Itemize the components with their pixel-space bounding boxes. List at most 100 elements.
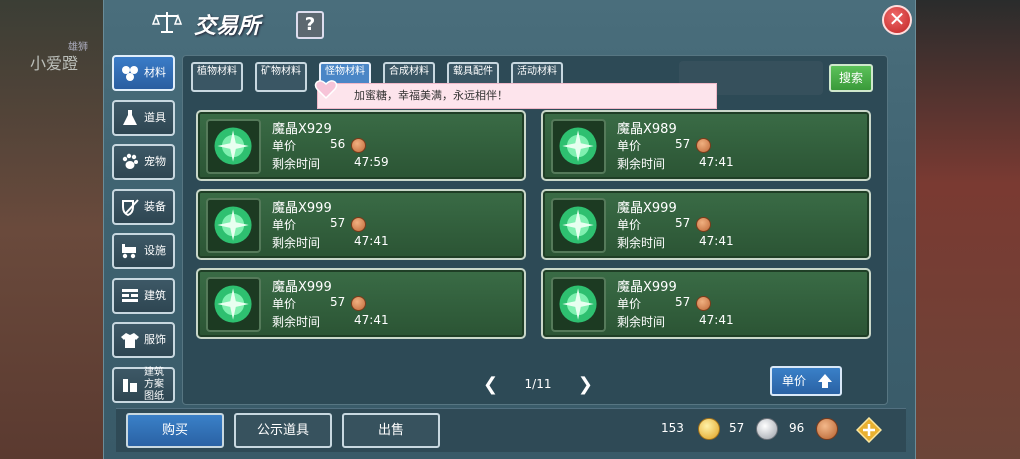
time-label: 剩余时间 [617,315,666,329]
bronze-coin-icon [696,217,711,232]
time-remaining: 47:41 [699,234,734,248]
bronze-amount: 96 [789,421,805,435]
time-remaining: 47:41 [699,313,734,327]
pagination: ❮ 1/11 ❯ [483,374,593,395]
price-value: 57 [330,295,346,309]
item-name: 魔晶X999 [617,280,677,295]
buy-button[interactable]: 购买 [126,413,224,448]
price-value: 57 [330,216,346,230]
price-value: 57 [675,137,691,151]
sidebar-item-label: 服饰 [144,333,166,346]
price-label: 单价 [617,139,642,153]
item-name: 魔晶X999 [617,201,677,216]
time-label: 剩余时间 [272,315,321,329]
listing-card[interactable]: 魔晶X999 单价 57 剩余时间 47:41 [541,189,871,260]
price-label: 单价 [617,297,642,311]
price-label: 单价 [272,297,297,311]
gold-coin-icon [698,418,720,440]
price-value: 57 [675,295,691,309]
bronze-coin-icon [351,217,366,232]
magic-crystal-icon [551,198,606,253]
sidebar-item-pets[interactable]: 宠物 [112,144,175,180]
magic-crystal-icon [206,277,261,332]
arrow-up-icon [818,374,832,388]
listing-card[interactable]: 魔晶X989 单价 57 剩余时间 47:41 [541,110,871,181]
sidebar-item-equipment[interactable]: 装备 [112,188,175,225]
flask-icon [123,109,137,125]
showcase-items-button[interactable]: 公示道具 [234,413,332,448]
page-indicator: 1/11 [524,377,552,391]
time-remaining: 47:41 [354,234,389,248]
prev-page-icon[interactable]: ❮ [483,374,498,395]
magic-crystal-icon [551,277,606,332]
cubes-icon [122,66,138,81]
silver-coin-icon [756,418,778,440]
tab-plant-materials[interactable]: 植物材料 [191,62,243,92]
time-label: 剩余时间 [617,157,666,171]
sidebar-item-facilities[interactable]: 设施 [112,233,175,269]
time-remaining: 47:41 [699,155,734,169]
listing-card[interactable]: 魔晶X999 单价 57 剩余时间 47:41 [196,189,526,260]
page-title: 交易所 [194,14,261,39]
magic-crystal-icon [551,119,606,174]
listing-card[interactable]: 魔晶X929 单价 56 剩余时间 47:59 [196,110,526,181]
price-label: 单价 [617,218,642,232]
item-name: 魔晶X989 [617,122,677,137]
bottom-action-bar: 购买 公示道具 出售 153 57 96 [116,408,906,452]
help-button[interactable]: ? [296,11,324,39]
bronze-coin-icon [696,138,711,153]
magic-crystal-icon [206,198,261,253]
sidebar-item-blueprints[interactable]: 建筑方案图纸 [112,366,175,403]
brick-wall-icon [122,288,138,302]
close-icon: ✕ [888,7,906,31]
sidebar-item-label: 材料 [144,66,166,79]
magic-crystal-icon [206,119,261,174]
sidebar-item-label: 建筑方案图纸 [144,366,164,402]
background-watermark: 小爱蹬 [30,54,79,73]
sort-button-label: 单价 [782,374,807,388]
sidebar-item-label: 道具 [144,110,166,124]
sidebar-item-label: 建筑 [144,288,166,302]
bronze-coin-icon [816,418,838,440]
search-button[interactable]: 搜索 [829,64,873,92]
broadcast-message: 加蜜糖，幸福美满，永远相伴！ [314,80,717,109]
item-name: 魔晶X929 [272,122,332,137]
price-label: 单价 [272,218,297,232]
item-name: 魔晶X999 [272,280,332,295]
price-value: 57 [675,216,691,230]
listing-card[interactable]: 魔晶X999 单价 57 剩余时间 47:41 [196,268,526,339]
price-label: 单价 [272,139,297,153]
time-label: 剩余时间 [272,157,321,171]
sidebar-item-label: 装备 [144,199,166,213]
trading-panel: 交易所 ? ✕ 材料 道具 宠物 装备 设施 建筑 服饰 建筑方案图纸 植物材料… [103,0,916,459]
bronze-coin-icon [351,296,366,311]
heart-icon [314,80,338,100]
title-bar: 交易所 ? [104,0,915,46]
add-currency-icon[interactable] [856,417,882,443]
sidebar-item-buildings[interactable]: 建筑 [112,277,175,314]
time-remaining: 47:59 [354,155,389,169]
sidebar-item-materials[interactable]: 材料 [112,55,175,91]
paw-icon [122,153,138,169]
sidebar-item-props[interactable]: 道具 [112,99,175,136]
time-label: 剩余时间 [272,236,321,250]
sword-shield-icon [122,198,139,216]
sidebar-item-clothing[interactable]: 服饰 [112,322,175,358]
blueprint-icon [123,378,137,392]
shirt-icon [121,333,139,348]
next-page-icon[interactable]: ❯ [578,374,593,395]
time-label: 剩余时间 [617,236,666,250]
silver-amount: 57 [729,421,745,435]
listing-area: 植物材料 矿物材料 怪物材料 合成材料 载具配件 活动材料 搜索 魔晶X929 … [182,55,888,405]
item-name: 魔晶X999 [272,201,332,216]
sidebar-item-label: 设施 [144,244,166,257]
scale-icon [152,12,182,33]
close-button[interactable]: ✕ [882,5,912,35]
price-value: 56 [330,137,346,151]
time-remaining: 47:41 [354,313,389,327]
sell-button[interactable]: 出售 [342,413,440,448]
sort-by-price-button[interactable]: 单价 [770,366,842,396]
gold-amount: 153 [661,421,684,435]
listing-card[interactable]: 魔晶X999 单价 57 剩余时间 47:41 [541,268,871,339]
tab-mineral-materials[interactable]: 矿物材料 [255,62,307,92]
